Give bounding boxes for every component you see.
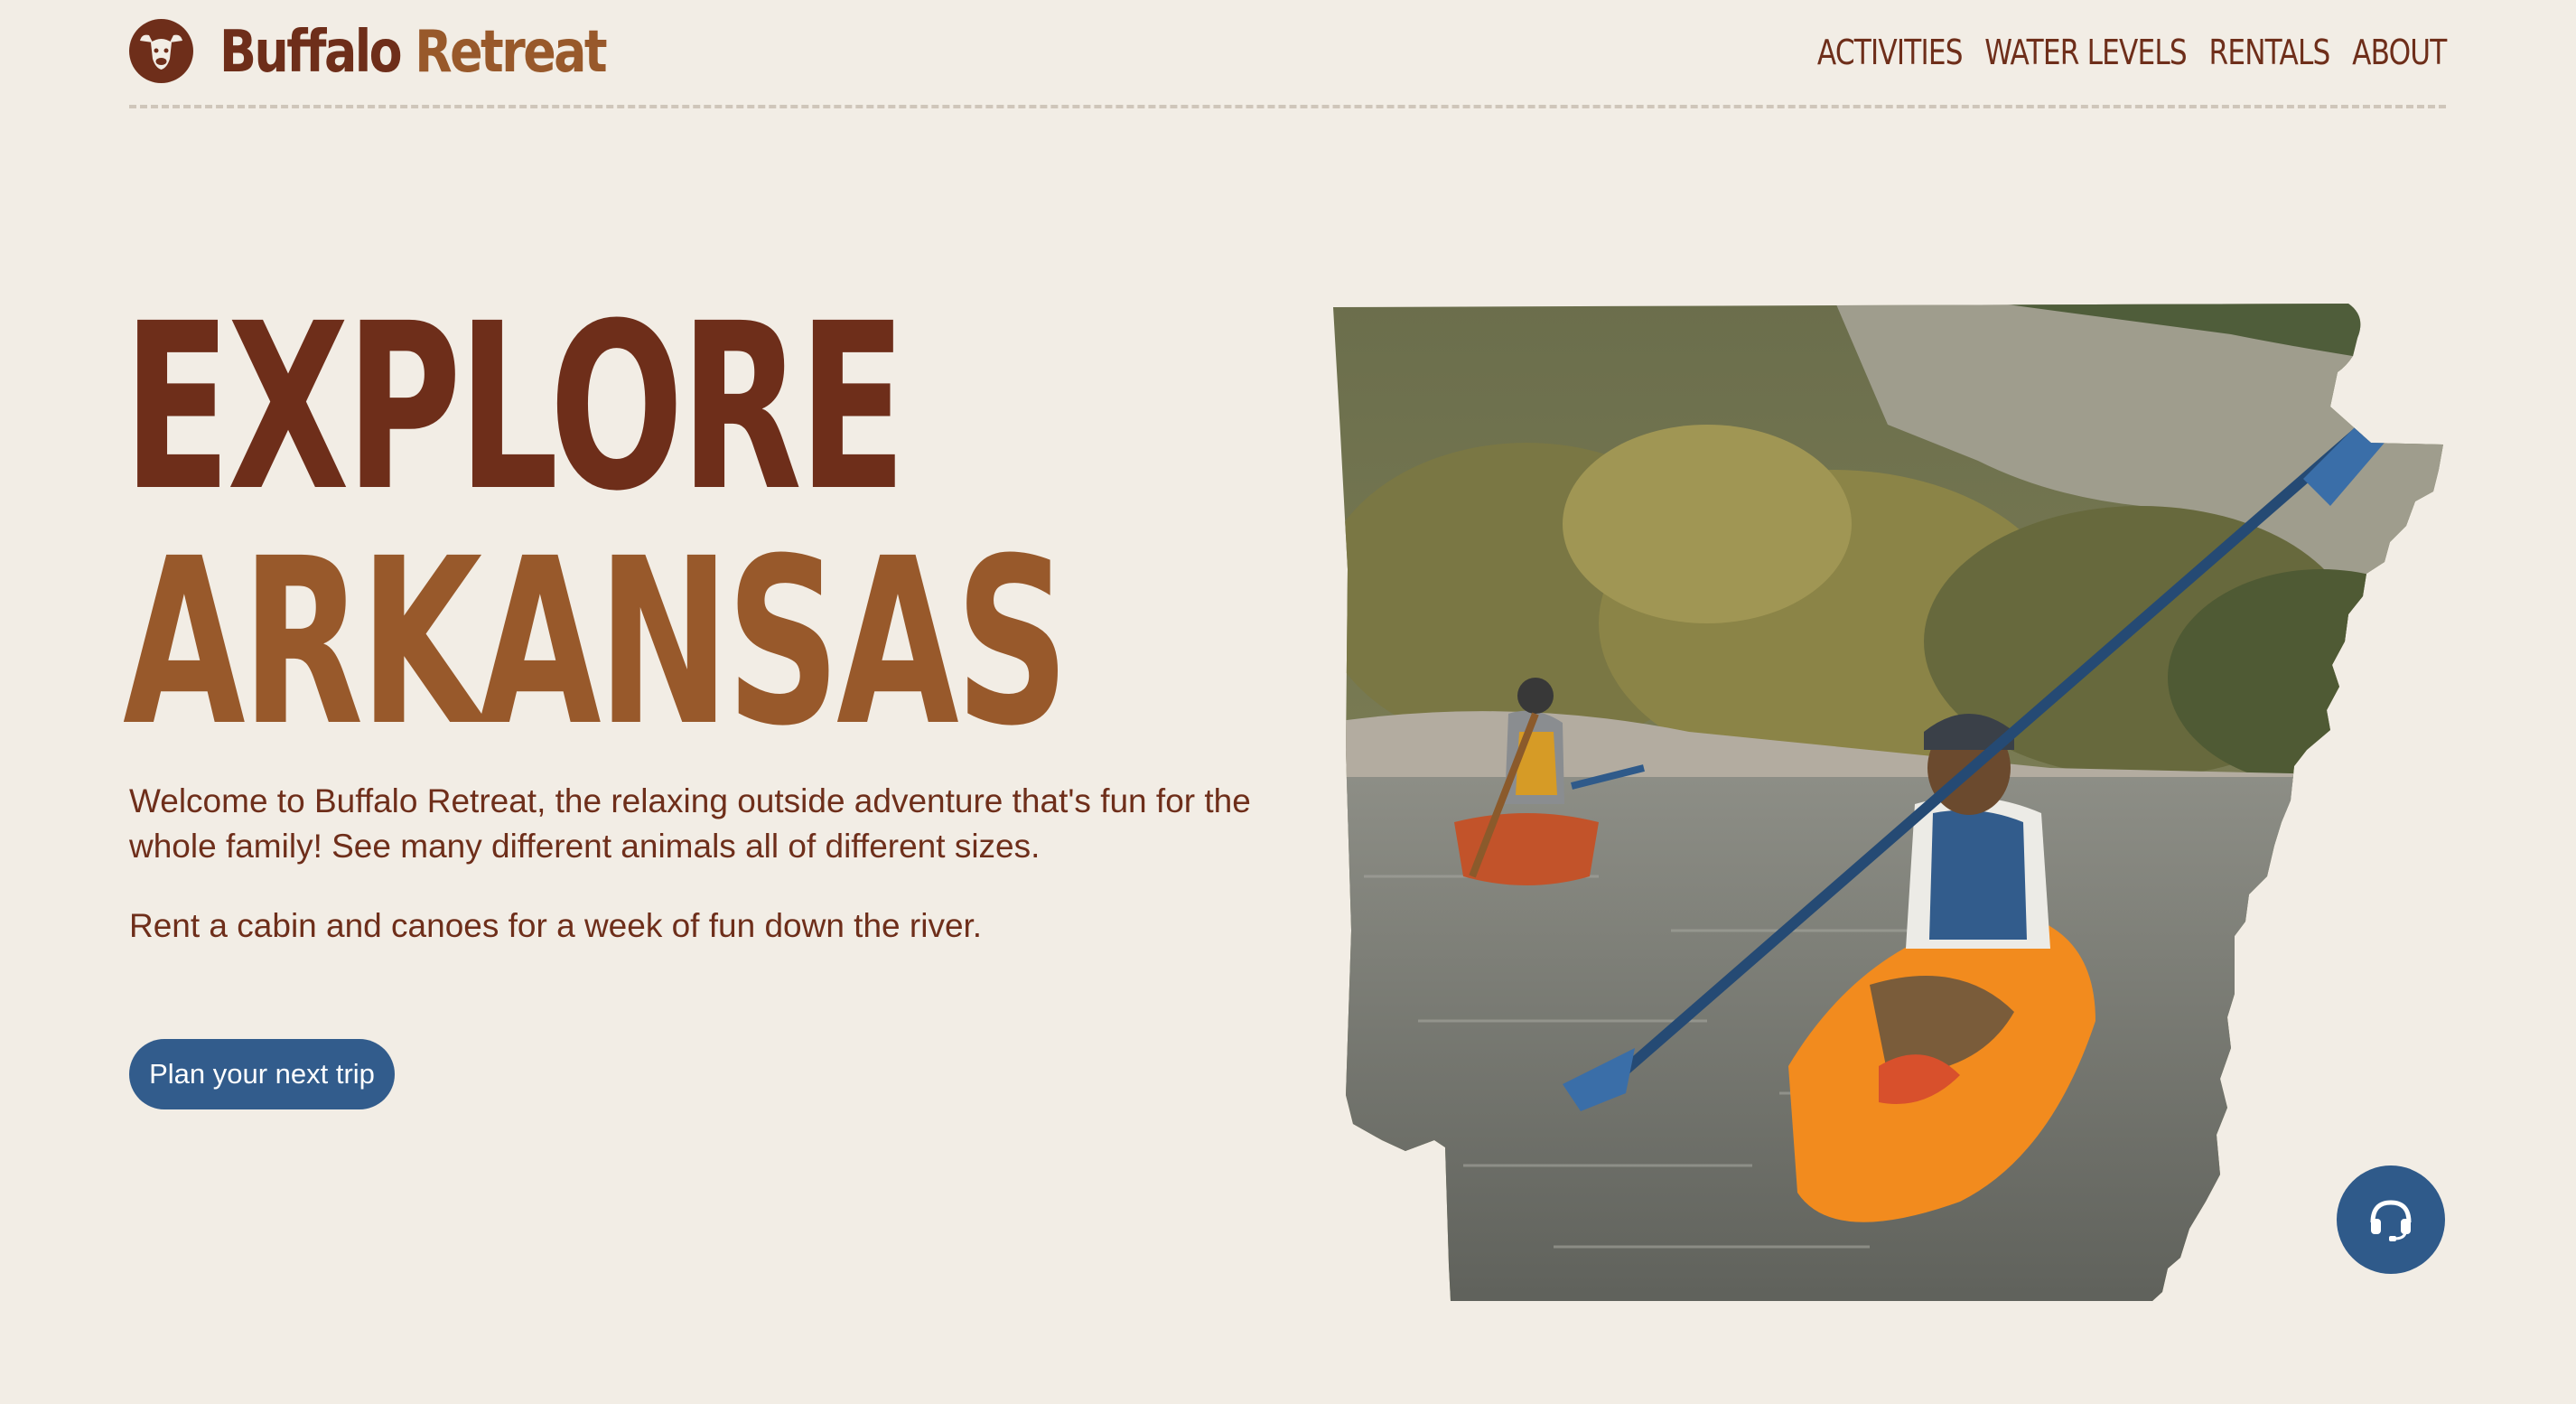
hero-intro: Welcome to Buffalo Retreat, the relaxing…	[129, 782, 1251, 865]
headset-icon	[2366, 1193, 2416, 1247]
nav-item-rentals[interactable]: RENTALS	[2208, 25, 2330, 80]
site-header: Buffalo Retreat ACTIVITIES WATER LEVELS …	[129, 0, 2447, 108]
main-nav: ACTIVITIES WATER LEVELS RENTALS ABOUT	[1816, 25, 2446, 80]
plan-trip-button[interactable]: Plan your next trip	[129, 1039, 395, 1109]
hero-intro-secondary: Rent a cabin and canoes for a week of fu…	[129, 907, 983, 944]
hero-title-line2: ARKANSAS	[123, 509, 1069, 776]
hero-kayak-photo	[1328, 298, 2448, 1310]
nav-item-activities[interactable]: ACTIVITIES	[1816, 25, 1963, 80]
brand-name-part1: Buffalo	[219, 19, 403, 86]
nav-item-water-levels[interactable]: WATER LEVELS	[1984, 25, 2187, 80]
buffalo-logo-icon[interactable]	[129, 19, 193, 83]
nav-item-about[interactable]: ABOUT	[2352, 25, 2447, 80]
support-chat-button[interactable]	[2337, 1165, 2445, 1274]
hero-title-line1: EXPLORE	[123, 274, 907, 541]
brand-name[interactable]: Buffalo Retreat	[219, 13, 608, 92]
brand-name-part2: Retreat	[415, 19, 607, 86]
